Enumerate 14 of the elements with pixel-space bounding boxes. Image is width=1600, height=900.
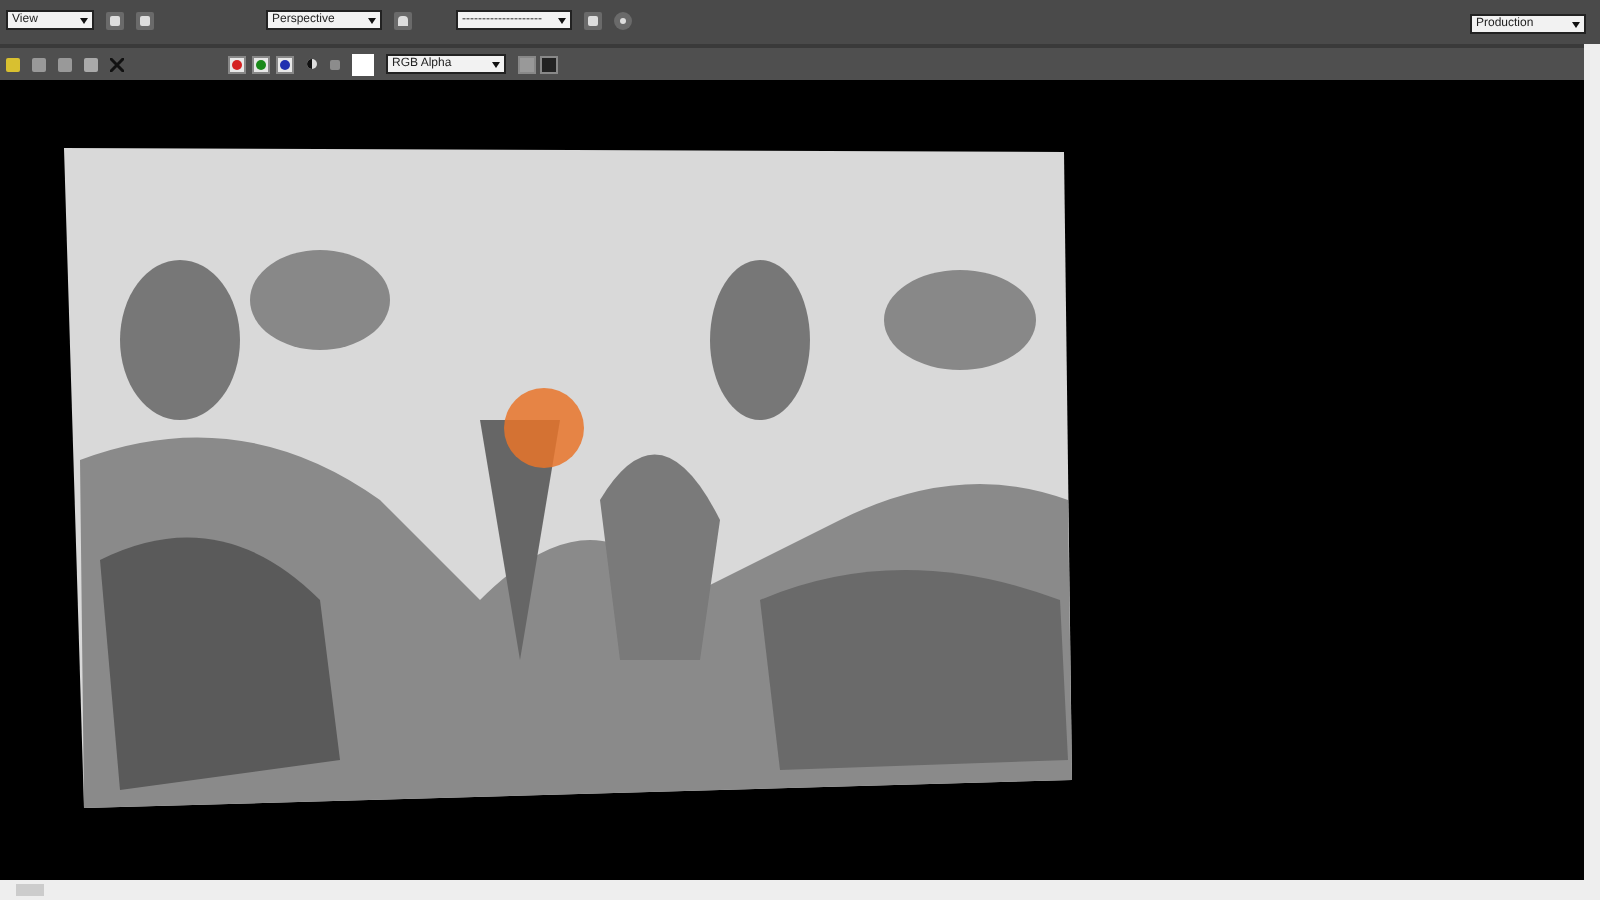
caret-icon bbox=[80, 17, 88, 23]
gear-icon[interactable] bbox=[614, 11, 632, 29]
display-icon[interactable] bbox=[540, 55, 558, 73]
caret-icon bbox=[1572, 21, 1580, 27]
caret-icon bbox=[558, 17, 566, 23]
channel-toggle[interactable] bbox=[228, 55, 246, 73]
caret-icon bbox=[492, 61, 500, 67]
scrollbar[interactable] bbox=[0, 880, 1600, 900]
scrollbar[interactable] bbox=[1584, 44, 1600, 80]
channel-toggle[interactable] bbox=[276, 55, 294, 73]
caret-icon bbox=[368, 17, 376, 23]
color-swatch[interactable] bbox=[352, 53, 374, 75]
channel-toggle[interactable] bbox=[252, 55, 270, 73]
contrast-icon[interactable] bbox=[306, 58, 318, 70]
